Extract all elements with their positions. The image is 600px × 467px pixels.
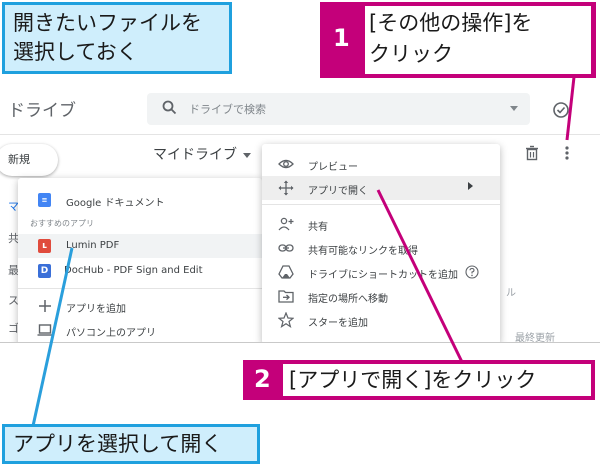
dochub-icon: D	[38, 264, 51, 278]
header-divider	[0, 134, 600, 135]
menu-item-label: スターを追加	[308, 318, 368, 329]
help-icon[interactable]	[465, 265, 479, 279]
callout-select-app-text: アプリを選択して開く	[13, 432, 223, 456]
menu-item-label: 共有	[308, 222, 328, 233]
callout-step2-number: 2	[254, 365, 271, 393]
search-options-icon[interactable]	[510, 106, 518, 111]
app-item-add-app[interactable]: アプリを追加	[18, 294, 262, 318]
callout-step1-line2: クリック	[369, 42, 453, 66]
open-with-apps-menu: ≡ Google ドキュメント おすすめのアプリ ʟ Lumin PDF D D…	[18, 178, 262, 342]
app-item-label: アプリを追加	[66, 304, 126, 315]
lumin-pdf-icon: ʟ	[38, 239, 51, 253]
app-item-label: パソコン上のアプリ	[66, 328, 156, 339]
move-arrows-icon	[278, 180, 294, 196]
menu-item-share[interactable]: 共有	[262, 212, 500, 236]
menu-item-label: プレビュー	[308, 162, 358, 173]
callout-step1: 1 [その他の操作]を クリック	[320, 2, 596, 78]
menu-divider	[262, 204, 500, 205]
app-item-label: Lumin PDF	[66, 240, 120, 251]
menu-item-label: ドライブにショートカットを追加	[308, 270, 458, 281]
menu-item-add-star[interactable]: スターを追加	[262, 308, 500, 332]
trash-icon[interactable]	[524, 145, 540, 161]
menu-item-get-link[interactable]: 共有可能なリンクを取得	[262, 236, 500, 260]
background-text-ru: ル	[506, 288, 516, 299]
menu-item-preview[interactable]: プレビュー	[262, 152, 500, 176]
chevron-right-icon	[468, 182, 473, 190]
callout-step2: 2 [アプリで開く]をクリック	[243, 360, 595, 400]
menu-divider	[18, 288, 262, 289]
new-button[interactable]: 新規	[0, 144, 58, 176]
callout-select-file: 開きたいファイルを 選択しておく	[2, 2, 232, 74]
breadcrumb[interactable]: マイドライブ	[153, 144, 251, 164]
suggested-apps-heading: おすすめのアプリ	[30, 219, 94, 228]
more-actions-menu: プレビュー アプリで開く 共有 共有可能なリンクを取得 ドライブにショートカット…	[262, 144, 500, 342]
laptop-icon	[37, 324, 53, 336]
app-item-computer-apps[interactable]: パソコン上のアプリ	[18, 318, 262, 342]
search-bar[interactable]: ドライブで検索	[147, 93, 530, 125]
google-docs-icon: ≡	[38, 193, 51, 207]
plus-icon	[39, 300, 51, 312]
drive-title: ドライブ	[8, 101, 76, 121]
drive-screenshot: ドライブ ドライブで検索 新規 マ 共 最 ス ゴ マイドライブ ル 最終更新	[0, 86, 600, 343]
callout-select-file-line2: 選択しておく	[13, 40, 138, 64]
search-icon	[162, 100, 177, 115]
app-item-google-docs[interactable]: ≡ Google ドキュメント	[18, 188, 262, 212]
callout-select-file-line1: 開きたいファイルを	[13, 11, 202, 35]
search-placeholder: ドライブで検索	[189, 103, 266, 116]
more-actions-icon[interactable]	[562, 145, 572, 161]
menu-item-move-to[interactable]: 指定の場所へ移動	[262, 284, 500, 308]
app-item-dochub[interactable]: D DocHub - PDF Sign and Edit	[18, 259, 262, 283]
callout-step2-text: [アプリで開く]をクリック	[283, 364, 591, 396]
app-item-label: Google ドキュメント	[66, 198, 165, 209]
callout-step1-line1: [その他の操作]を	[369, 11, 533, 35]
drive-shortcut-icon	[278, 265, 294, 279]
callout-step1-number: 1	[333, 24, 350, 52]
callout-step1-box: [その他の操作]を クリック	[365, 6, 591, 74]
star-icon	[278, 312, 294, 328]
link-icon	[278, 244, 294, 252]
menu-item-label: 共有可能なリンクを取得	[308, 246, 418, 257]
callout-select-app: アプリを選択して開く	[2, 424, 260, 464]
menu-item-label: 指定の場所へ移動	[308, 294, 388, 305]
eye-icon	[278, 159, 294, 169]
person-add-icon	[278, 217, 294, 231]
menu-item-label: アプリで開く	[308, 186, 368, 197]
menu-item-open-with[interactable]: アプリで開く	[262, 176, 500, 200]
chevron-down-icon	[243, 152, 251, 158]
app-item-label: DocHub - PDF Sign and Edit	[64, 265, 203, 276]
background-text-last-modified: 最終更新	[515, 333, 555, 343]
breadcrumb-my-drive: マイドライブ	[153, 147, 237, 163]
menu-item-add-shortcut[interactable]: ドライブにショートカットを追加	[262, 260, 500, 284]
folder-move-icon	[278, 290, 294, 303]
offline-status-icon[interactable]	[552, 101, 570, 119]
app-item-lumin-pdf[interactable]: ʟ Lumin PDF	[18, 234, 262, 258]
